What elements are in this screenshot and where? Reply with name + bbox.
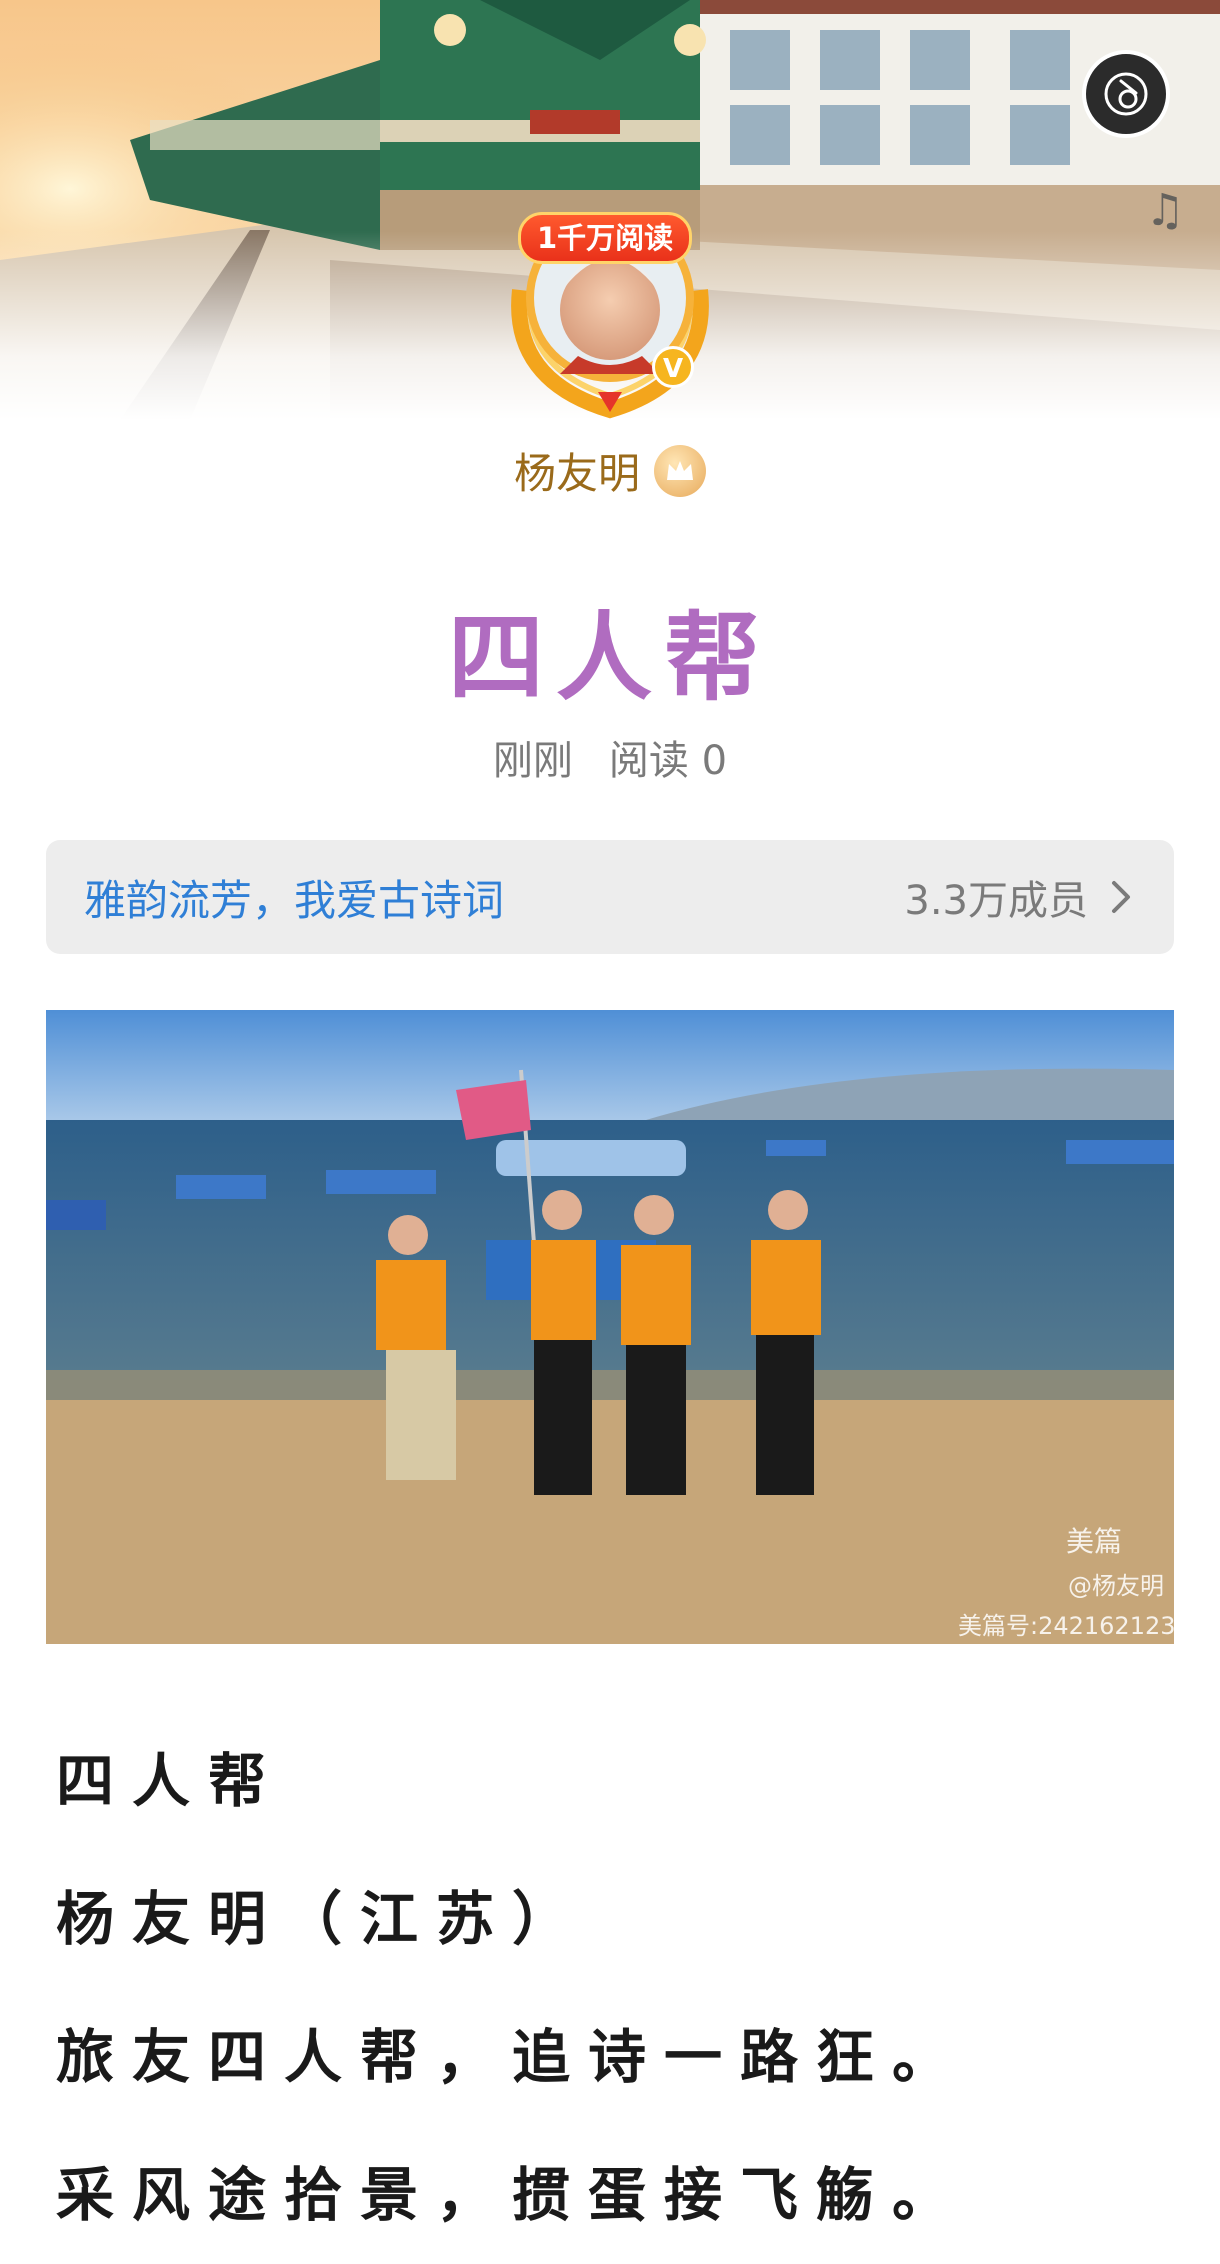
author-name[interactable]: 杨友明 [514,440,640,501]
community-bar[interactable]: 雅韵流芳，我爱古诗词 3.3万成员 [46,840,1174,954]
author-row[interactable]: 杨友明 [0,440,1220,501]
poem-body: 四人帮 杨友明（江苏） 旅友四人帮，追诗一路狂。 采风途拾景，掼蛋接飞觞。 [56,1712,1176,2264]
music-disc-button[interactable] [1082,50,1170,138]
poem-line: 四人帮 [56,1747,285,1815]
chevron-right-icon [1112,881,1130,913]
community-name[interactable]: 雅韵流芳，我爱古诗词 [84,867,904,928]
poem-line: 旅友四人帮，追诗一路狂。 [56,2023,969,2091]
avatar-laurel-frame [511,214,709,419]
watermark-brand: 美篇 [1066,1525,1123,1558]
watermark-id: 美篇号:242162123 [958,1612,1174,1640]
community-member-count: 3.3万成员 [904,878,1088,924]
read-count: 阅读 0 [608,738,728,784]
group-lakeshore-photo [46,1010,1174,1644]
verified-icon: V [652,346,694,388]
article-photo[interactable]: 美篇 @杨友明 美篇号:242162123 [46,1010,1174,1644]
author-avatar-frame[interactable]: 1千万阅读 V [490,160,730,420]
poem-line: 杨友明（江苏） [56,1885,589,1953]
poem-line: 采风途拾景，掼蛋接飞觞。 [56,2161,969,2229]
publish-time: 刚刚 [492,738,573,784]
music-disc-icon [1104,72,1148,116]
watermark-user: @杨友明 [1068,1572,1164,1600]
read-count-badge: 1千万阅读 [518,212,693,264]
music-note-icon[interactable]: ♫ [1140,186,1190,236]
article-title: 四人帮 [448,601,772,714]
crown-icon [654,444,706,497]
article-meta: 刚刚 阅读 0 [0,728,1220,786]
